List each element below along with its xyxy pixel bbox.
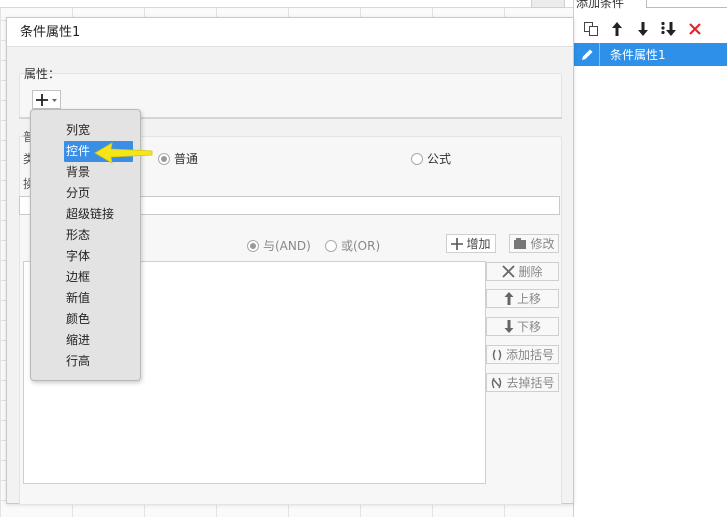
menu-item[interactable]: 新值 <box>31 288 140 309</box>
modify-button-label: 修改 <box>530 237 555 251</box>
condition-panel: 添加条件 条件属性1 <box>573 0 727 517</box>
add-bracket-button-label: 添加括号 <box>505 348 554 362</box>
condition-item-label: 条件属性1 <box>610 48 666 62</box>
menu-item-label: 颜色 <box>66 312 91 326</box>
move-down-button-label: 下移 <box>516 320 541 334</box>
condition-toolbar <box>574 16 727 42</box>
logic-or-label: 或(OR) <box>341 239 381 253</box>
arrow-down-icon[interactable] <box>634 20 652 38</box>
close-icon[interactable] <box>686 20 704 38</box>
menu-item[interactable]: 缩进 <box>31 330 140 351</box>
menu-item[interactable]: 列宽 <box>31 120 140 141</box>
move-down-button[interactable]: 下移 <box>486 317 559 336</box>
menu-item-label: 列宽 <box>66 123 91 137</box>
menu-item-label: 行高 <box>66 354 91 368</box>
add-button[interactable]: 增加 <box>446 234 496 253</box>
menu-item[interactable]: 形态 <box>31 225 140 246</box>
remove-bracket-button-label: 去掉括号 <box>506 376 555 390</box>
arrow-up-icon[interactable] <box>608 20 626 38</box>
menu-item[interactable]: 超级链接 <box>31 204 140 225</box>
menu-item[interactable]: 行高 <box>31 351 140 372</box>
add-property-button[interactable] <box>32 90 61 109</box>
delete-button[interactable]: 删除 <box>486 262 559 281</box>
type-formula-label: 公式 <box>427 152 452 166</box>
annotation-arrow-icon <box>94 142 153 164</box>
type-normal-radio[interactable]: 普通 <box>158 150 198 167</box>
add-bracket-button[interactable]: 添加括号 <box>486 345 559 364</box>
delete-button-label: 删除 <box>518 265 543 279</box>
move-up-button-label: 上移 <box>516 292 541 306</box>
condition-list-item[interactable]: 条件属性1 <box>574 43 727 66</box>
modify-button[interactable]: 修改 <box>509 234 559 253</box>
logic-and-radio[interactable]: 与(AND) <box>247 237 311 254</box>
move-bottom-icon[interactable] <box>660 20 678 38</box>
menu-item-label: 缩进 <box>66 333 91 347</box>
menu-item-label: 超级链接 <box>66 207 115 221</box>
add-button-label: 增加 <box>466 237 491 251</box>
menu-item[interactable]: 分页 <box>31 183 140 204</box>
menu-item-label: 边框 <box>66 270 91 284</box>
remove-bracket-icon <box>492 377 502 388</box>
move-up-button[interactable]: 上移 <box>486 289 559 308</box>
radio-indicator <box>158 152 170 165</box>
background-tab <box>531 0 565 8</box>
logic-or-radio[interactable]: 或(OR) <box>325 237 380 254</box>
menu-item-label: 字体 <box>66 249 91 263</box>
menu-item-label: 分页 <box>66 186 91 200</box>
menu-item[interactable]: 边框 <box>31 267 140 288</box>
copy-icon[interactable] <box>582 20 600 38</box>
menu-item-label: 背景 <box>66 165 91 179</box>
condition-panel-title: 添加条件 <box>576 0 625 10</box>
dialog-title: 条件属性1 <box>7 18 573 47</box>
menu-item[interactable]: 字体 <box>31 246 140 267</box>
delete-icon <box>502 265 516 278</box>
type-normal-label: 普通 <box>174 152 199 166</box>
remove-bracket-button[interactable]: 去掉括号 <box>486 373 559 392</box>
condition-panel-header: 添加条件 <box>574 0 727 14</box>
radio-indicator <box>325 239 337 252</box>
radio-indicator <box>411 152 423 165</box>
menu-item-label: 形态 <box>66 228 91 242</box>
bracket-icon <box>492 349 502 360</box>
arrow-up-icon <box>504 292 514 305</box>
pencil-icon <box>574 43 600 66</box>
modify-icon <box>514 238 527 249</box>
menu-item[interactable]: 颜色 <box>31 309 140 330</box>
plus-icon <box>451 237 464 250</box>
logic-and-label: 与(AND) <box>263 239 311 253</box>
background-toolbar <box>0 0 575 8</box>
type-formula-radio[interactable]: 公式 <box>411 150 451 167</box>
arrow-down-icon <box>504 320 514 333</box>
property-label: 属性： <box>24 67 61 81</box>
condition-panel-header-field <box>646 0 727 8</box>
radio-indicator <box>247 239 259 252</box>
menu-item-label: 新值 <box>66 291 91 305</box>
